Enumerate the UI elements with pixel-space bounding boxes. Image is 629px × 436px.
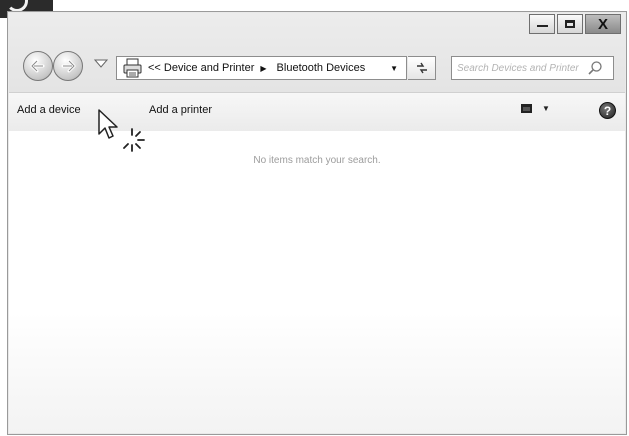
search-box[interactable] <box>451 56 614 80</box>
maximize-icon <box>565 20 575 28</box>
explorer-window: X << Device and Printer ▶ Bluetooth Devi… <box>7 11 627 435</box>
minimize-button[interactable] <box>529 14 555 34</box>
minimize-icon <box>536 25 548 27</box>
view-dropdown-icon[interactable]: ▼ <box>542 104 550 113</box>
forward-arrow-icon <box>61 59 76 73</box>
back-arrow-icon <box>30 59 45 73</box>
add-printer-button[interactable]: Add a printer <box>149 104 212 116</box>
breadcrumb-bluetooth-devices[interactable]: Bluetooth Devices <box>277 62 366 74</box>
mouse-pointer-icon <box>98 109 118 139</box>
search-icon[interactable] <box>587 60 603 76</box>
devices-printer-icon <box>123 58 142 78</box>
navigation-bar: << Device and Printer ▶ Bluetooth Device… <box>8 38 626 90</box>
change-view-button[interactable]: ▼ <box>521 104 550 113</box>
view-icon <box>521 104 532 113</box>
maximize-button[interactable] <box>557 14 583 34</box>
add-device-button[interactable]: Add a device <box>17 104 81 116</box>
back-button[interactable] <box>23 51 53 81</box>
breadcrumb-devices-and-printers[interactable]: << Device and Printer <box>148 62 254 74</box>
refresh-arrows-icon <box>416 62 427 74</box>
breadcrumb-separator-icon[interactable]: ▶ <box>260 64 266 73</box>
recent-pages-chevron-down-icon[interactable] <box>94 59 108 69</box>
address-dropdown-icon[interactable]: ▼ <box>390 64 398 73</box>
search-input[interactable] <box>457 62 587 74</box>
refresh-button[interactable] <box>408 56 436 80</box>
close-button[interactable]: X <box>585 14 621 34</box>
content-pane: No items match your search. <box>9 131 625 433</box>
help-button[interactable]: ? <box>599 102 616 119</box>
empty-state-message: No items match your search. <box>253 155 381 166</box>
window-controls: X <box>529 14 621 34</box>
click-burst-icon <box>123 128 145 152</box>
forward-button[interactable] <box>53 51 83 81</box>
address-bar[interactable]: << Device and Printer ▶ Bluetooth Device… <box>116 56 407 80</box>
